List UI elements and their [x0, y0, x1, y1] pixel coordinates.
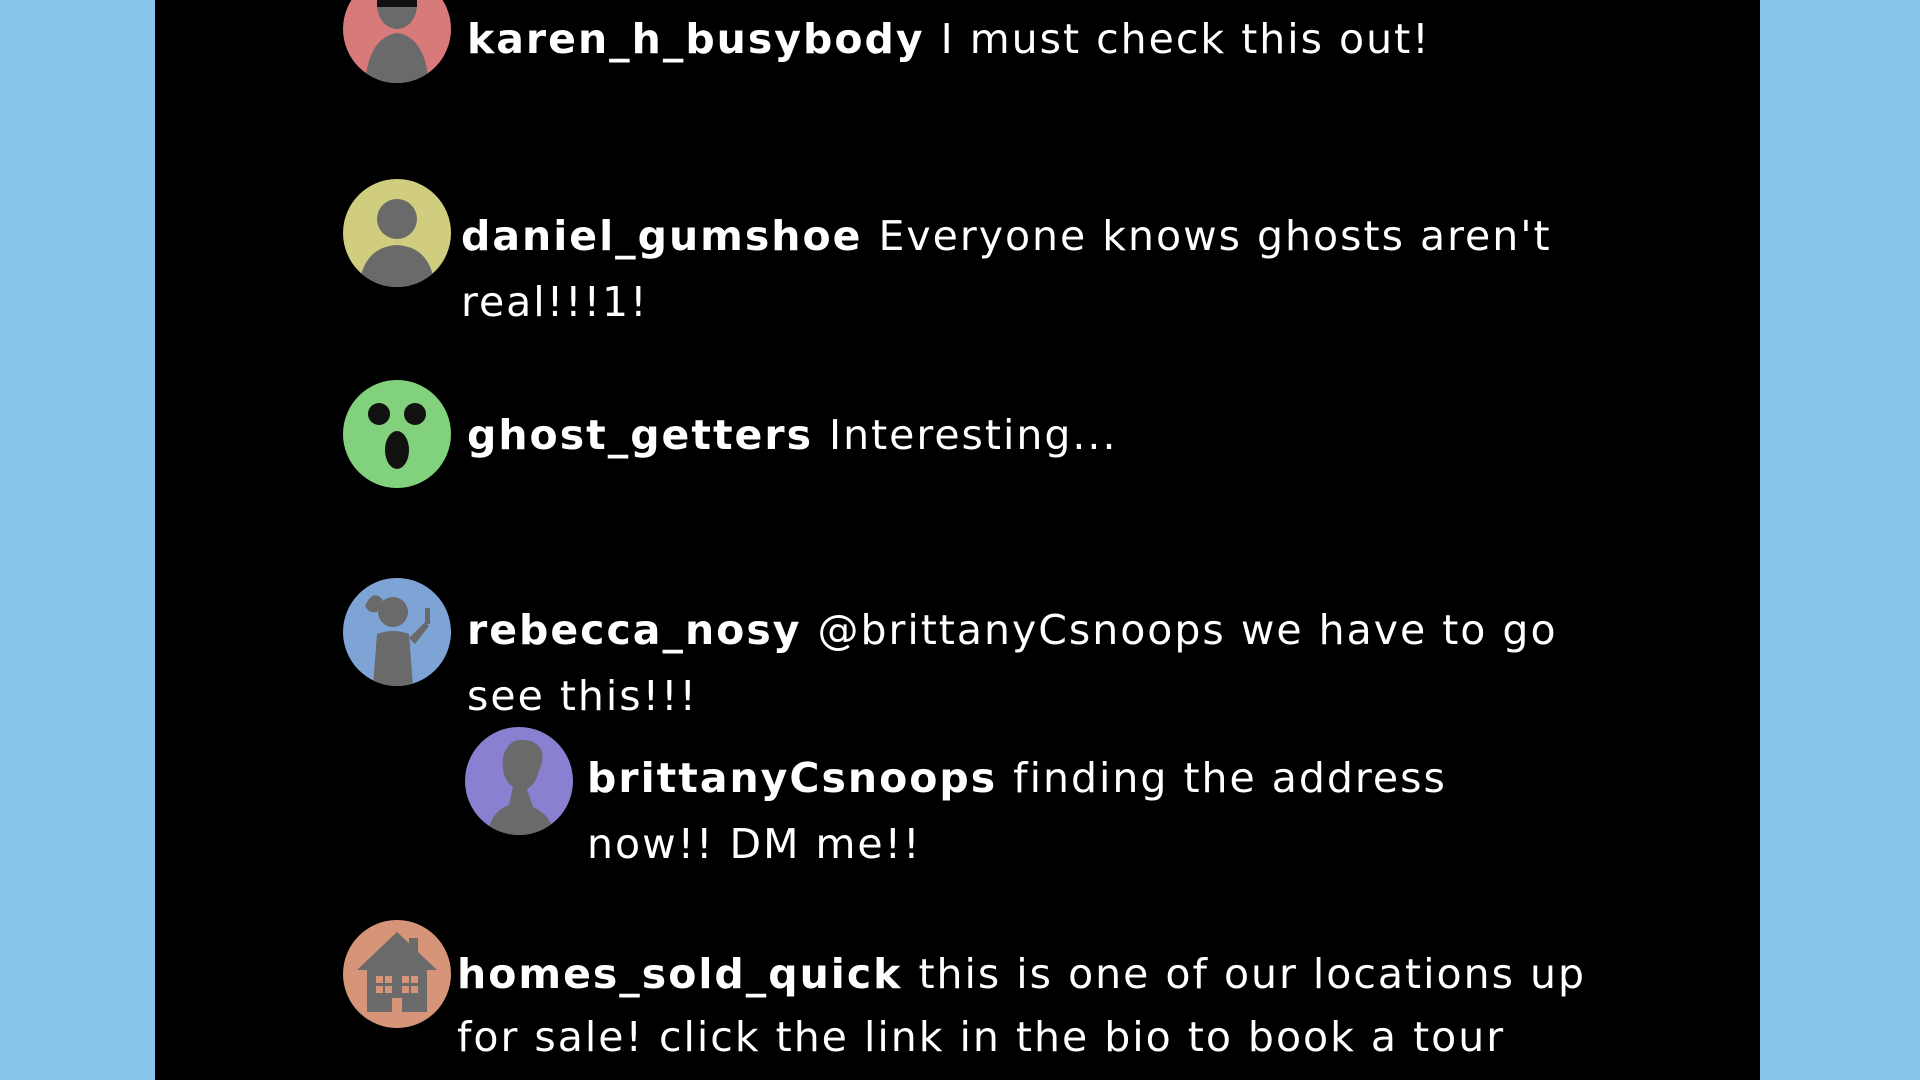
woman-sunglasses-icon: [365, 0, 429, 83]
comment-username[interactable]: daniel_gumshoe: [461, 212, 862, 260]
woman-profile-icon: [487, 739, 555, 835]
comment-username[interactable]: brittanyCsnoops: [587, 754, 997, 802]
comment-text: Interesting...: [829, 411, 1118, 459]
avatar[interactable]: [465, 727, 573, 835]
comments-panel: karen_h_busybody I must check this out! d…: [155, 0, 1760, 1080]
avatar[interactable]: [343, 920, 451, 1028]
woman-waving-icon: [365, 595, 430, 686]
comment-username[interactable]: rebecca_nosy: [467, 606, 801, 654]
comment-username[interactable]: homes_sold_quick: [457, 950, 902, 998]
comment-username[interactable]: karen_h_busybody: [467, 15, 925, 63]
person-icon: [359, 199, 435, 287]
comment-text: I must check this out!: [940, 15, 1431, 63]
avatar[interactable]: [343, 179, 451, 287]
ghost-face-icon: [368, 403, 426, 469]
avatar[interactable]: [343, 380, 451, 488]
avatar[interactable]: [343, 0, 451, 83]
avatar[interactable]: [343, 578, 451, 686]
house-icon: [357, 932, 437, 1012]
comment-username[interactable]: ghost_getters: [467, 411, 813, 459]
